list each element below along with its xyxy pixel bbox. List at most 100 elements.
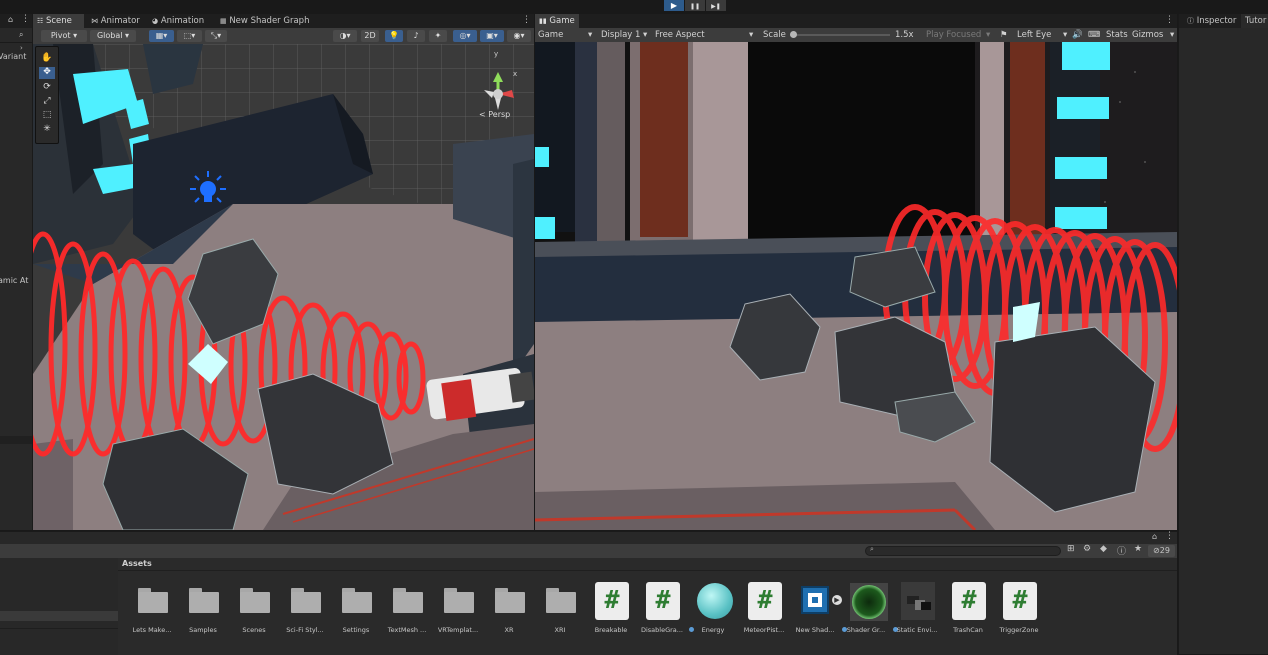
asset-name: DisableGra... (640, 626, 683, 634)
selected-folder-row[interactable] (0, 611, 118, 621)
play-focused-dropdown[interactable]: Play Focused ▾ (926, 28, 994, 42)
asset-item[interactable]: Energy (689, 582, 737, 642)
draw-mode-dropdown[interactable]: ◑▾ (333, 30, 357, 42)
scale-tool-icon[interactable]: ⤢ (39, 96, 55, 107)
asset-item[interactable]: Sci-Fi Styl... (281, 582, 329, 642)
animator-icon: ⋈ (91, 17, 98, 25)
more-options-icon[interactable]: ⋮ (522, 15, 531, 25)
search-input[interactable] (880, 547, 1056, 555)
tab-scene[interactable]: ☷ Scene (33, 14, 84, 28)
hierarchy-panel: ⌂ ⋮ ⌕ Variant › amic At (0, 14, 33, 530)
effects-toggle[interactable]: ✦ (429, 30, 447, 42)
search-icon[interactable]: ⌕ (19, 30, 23, 40)
lock-icon[interactable]: ⌂ (8, 15, 13, 24)
breadcrumb-assets[interactable]: Assets (122, 559, 152, 568)
pause-button[interactable]: ❚❚ (685, 0, 705, 11)
more-options-icon[interactable]: ⋮ (21, 14, 30, 24)
asset-name: XR (504, 626, 514, 634)
search-field[interactable]: ⌕ (865, 545, 1061, 556)
csharp-script-icon: # (952, 582, 986, 620)
more-options-icon[interactable]: ⋮ (1165, 531, 1174, 541)
stats-button[interactable]: Stats (1106, 28, 1128, 42)
tab-animation[interactable]: ◕ Animation (148, 14, 208, 28)
asset-item[interactable]: Lets Make... (128, 582, 176, 642)
asset-item[interactable]: XRI (536, 582, 584, 642)
hierarchy-item-variant[interactable]: Variant (0, 52, 26, 61)
scale-slider[interactable] (790, 31, 890, 38)
asset-item[interactable]: Settings (332, 582, 380, 642)
search-by-type-icon[interactable]: ⊞ (1067, 544, 1075, 554)
favorite-icon[interactable]: ★ (1134, 544, 1142, 554)
scene-camera-dropdown[interactable]: ▣▾ (480, 30, 504, 42)
hidden-packages-toggle[interactable]: ⊘29 (1148, 545, 1175, 557)
gizmos-dropdown[interactable]: ◉▾ (507, 30, 531, 42)
hierarchy-item-dynamic[interactable]: amic At (0, 276, 28, 285)
game-viewport[interactable] (535, 42, 1177, 530)
asset-item[interactable]: Scenes (230, 582, 278, 642)
asset-item[interactable]: Static Envi... (893, 582, 941, 642)
csharp-script-icon: # (748, 582, 782, 620)
perspective-label[interactable]: < Persp (479, 110, 510, 119)
asset-item[interactable]: TextMesh ... (383, 582, 431, 642)
move-tool-icon[interactable]: ✥ (39, 67, 55, 79)
asset-name: Breakable (594, 626, 628, 634)
hand-tool-icon[interactable]: ✋ (39, 53, 55, 64)
gizmos-dropdown[interactable]: Gizmos ▾ (1132, 28, 1176, 42)
asset-item[interactable]: # DisableGra... (638, 582, 686, 642)
asset-name: TriggerZone (999, 626, 1039, 634)
asset-item[interactable]: Shader Gr... (842, 582, 890, 642)
game-mode-dropdown[interactable]: Game ▾ (538, 28, 596, 42)
tab-game[interactable]: ▮▮ Game (535, 14, 579, 28)
label-icon[interactable]: ◆ (1100, 544, 1107, 554)
shader-graph-icon: ▶ (799, 582, 842, 620)
asset-item[interactable]: VRTemplat... (434, 582, 482, 642)
display-dropdown[interactable]: Display 1 ▾ (601, 28, 651, 42)
tab-inspector[interactable]: ⓘ Inspector (1183, 14, 1241, 28)
asset-item[interactable]: # TriggerZone (995, 582, 1043, 642)
vertex-snap-button[interactable]: ⤡▾ (205, 30, 227, 42)
scene-viewport[interactable]: y x < Persp ✋ ✥ ⟳ ⤢ ⬚ ✳ (33, 44, 534, 530)
grid-snap-button[interactable]: ▦▾ (149, 30, 174, 42)
asset-item[interactable]: ▶ New Shad... (791, 582, 842, 642)
2d-toggle[interactable]: 2D (361, 30, 379, 42)
scale-slider-handle[interactable] (790, 31, 797, 38)
folder-icon (493, 582, 527, 620)
filter-icon[interactable]: ⚙ (1083, 544, 1091, 554)
global-dropdown[interactable]: Global ▾ (90, 30, 136, 42)
audio-toggle[interactable]: ♪ (407, 30, 425, 42)
visibility-dropdown[interactable]: ◎▾ (453, 30, 477, 42)
asset-item[interactable]: # Breakable (587, 582, 635, 642)
asset-item[interactable]: # MeteorPist... (740, 582, 788, 642)
audio-mute-icon[interactable]: 🔊 (1072, 28, 1083, 42)
asset-name: Scenes (242, 626, 266, 634)
more-options-icon[interactable]: ⋮ (1165, 15, 1174, 25)
rect-tool-icon[interactable]: ⬚ (39, 110, 55, 121)
play-button[interactable]: ▶ (664, 0, 684, 11)
step-button[interactable]: ▶❚ (706, 0, 726, 11)
expand-arrow-icon[interactable]: › (20, 44, 23, 52)
snap-increment-button[interactable]: ⬚▾ (177, 30, 202, 42)
asset-item[interactable]: XR (485, 582, 533, 642)
shadergraph-icon: ▦ (220, 17, 227, 25)
bug-icon[interactable]: ⚑ (1000, 28, 1008, 42)
tab-animator[interactable]: ⋈ Animator (87, 14, 141, 28)
lock-icon[interactable]: ⌂ (1152, 532, 1157, 541)
eye-dropdown[interactable]: Left Eye ▾ (1017, 28, 1069, 42)
scene-render (33, 44, 534, 530)
asset-item[interactable]: Samples (179, 582, 227, 642)
tab-new-shader-graph[interactable]: ▦ New Shader Graph (216, 14, 316, 28)
asset-item[interactable]: # TrashCan (944, 582, 992, 642)
material-icon (850, 582, 888, 621)
lighting-toggle[interactable]: 💡 (385, 30, 403, 42)
shortcuts-icon[interactable]: ⌨ (1088, 28, 1100, 42)
pivot-dropdown[interactable]: Pivot ▾ (41, 30, 87, 42)
inspector-tabbar: ⓘ Inspector Tutor (1179, 14, 1268, 28)
rotate-tool-icon[interactable]: ⟳ (39, 82, 55, 93)
asset-name: Energy (701, 626, 725, 634)
transform-tool-icon[interactable]: ✳ (39, 124, 55, 135)
csharp-script-icon: # (595, 582, 629, 620)
aspect-dropdown[interactable]: Free Aspect ▾ (655, 28, 757, 42)
tab-tutorials[interactable]: Tutor (1241, 14, 1268, 28)
asset-name: VRTemplat... (437, 626, 479, 634)
warning-icon[interactable]: ⓘ (1117, 544, 1126, 557)
